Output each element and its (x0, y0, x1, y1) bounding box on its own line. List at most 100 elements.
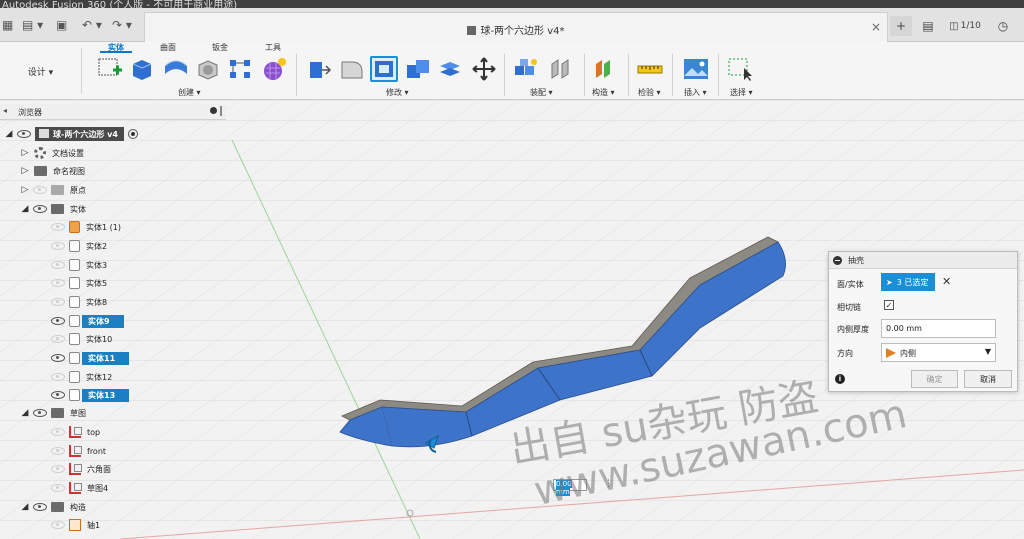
visibility-eye-icon[interactable] (33, 503, 47, 511)
revolve-icon[interactable] (162, 56, 190, 82)
visibility-eye-icon[interactable] (51, 279, 65, 287)
browser-item-body9[interactable]: 实体9 (48, 313, 124, 329)
collapse-triangle-icon[interactable]: ◢ (20, 502, 30, 512)
inspect-menu[interactable]: 检验 ▾ (638, 87, 661, 98)
clock-icon[interactable]: ◷ (992, 16, 1014, 36)
browser-item-body8[interactable]: 实体8 (48, 294, 107, 310)
browser-root[interactable]: ◢ 球-两个六边形 v4 (4, 126, 138, 142)
collapse-dialog-icon[interactable] (833, 255, 842, 265)
visibility-eye-icon[interactable] (33, 409, 47, 417)
workspace-design-button[interactable]: 设计 ▾ (0, 48, 82, 94)
redo-button[interactable]: ↷ ▾ (112, 16, 132, 34)
assemble-menu[interactable]: 装配 ▾ (530, 87, 553, 98)
add-tab-button[interactable]: + (890, 16, 912, 36)
expand-triangle-icon[interactable]: ▷ (20, 166, 30, 176)
create-sketch-icon[interactable] (96, 56, 124, 82)
inside-thickness-input[interactable]: 0.00 mm (881, 319, 996, 338)
extrude-icon[interactable] (128, 56, 156, 82)
visibility-eye-icon[interactable] (33, 186, 47, 194)
browser-item-body3[interactable]: 实体3 (48, 257, 107, 273)
document-tab[interactable]: 球-两个六边形 v4* × (144, 12, 888, 42)
box-icon[interactable] (194, 56, 222, 82)
visibility-eye-icon[interactable] (51, 354, 65, 362)
visibility-eye-icon[interactable] (51, 521, 65, 529)
visibility-eye-icon[interactable] (51, 317, 65, 325)
combine-icon[interactable] (404, 56, 432, 82)
shell-dialog-header[interactable]: 抽壳 (829, 252, 1017, 269)
chat-icon[interactable]: ▤ (917, 16, 939, 36)
select-icon[interactable] (726, 56, 754, 82)
browser-item-sketch-front[interactable]: front (48, 443, 106, 459)
create-menu[interactable]: 创建 ▾ (178, 87, 201, 98)
visibility-eye-icon[interactable] (51, 223, 65, 231)
visibility-eye-icon[interactable] (51, 261, 65, 269)
browser-item-body1[interactable]: 实体1 (1) (48, 219, 121, 235)
tab-tools[interactable]: 工具 (265, 42, 281, 52)
cancel-button[interactable]: 取消 (964, 370, 1012, 388)
browser-item-body2[interactable]: 实体2 (48, 238, 107, 254)
expand-triangle-icon[interactable]: ▷ (20, 185, 30, 195)
pattern-icon[interactable] (226, 56, 254, 82)
visibility-eye-icon[interactable] (51, 428, 65, 436)
browser-pin-icon[interactable] (220, 106, 222, 116)
expand-triangle-icon[interactable]: ▷ (20, 148, 30, 158)
close-tab-icon[interactable]: × (871, 20, 881, 34)
collapse-browser-icon[interactable]: ◂ (3, 106, 7, 115)
tab-sheet-metal[interactable]: 钣金 (212, 42, 228, 52)
browser-item-sketch4[interactable]: 草图4 (48, 480, 108, 496)
direction-select[interactable]: 内侧 ▼ (881, 343, 996, 362)
collapse-triangle-icon[interactable]: ◢ (20, 204, 30, 214)
tab-surface[interactable]: 曲面 (160, 42, 176, 52)
info-icon[interactable]: i (835, 374, 845, 384)
form-icon[interactable] (260, 56, 288, 82)
construct-menu[interactable]: 构造 ▾ (592, 87, 615, 98)
browser-item-sketch-hex[interactable]: 六角面 (48, 461, 111, 477)
browser-item-sketches[interactable]: ◢ 草图 (20, 405, 86, 421)
joint-icon[interactable] (546, 56, 574, 82)
file-menu-button[interactable]: ▤ ▾ (22, 16, 43, 34)
undo-button[interactable]: ↶ ▾ (82, 16, 102, 34)
visibility-eye-icon[interactable] (51, 373, 65, 381)
browser-item-body11[interactable]: 实体11 (48, 350, 130, 366)
visibility-eye-icon[interactable] (51, 484, 65, 492)
visibility-eye-icon[interactable] (33, 205, 47, 213)
visibility-eye-icon[interactable] (51, 391, 65, 399)
fillet-icon[interactable] (338, 56, 366, 82)
browser-item-construction[interactable]: ◢ 构造 (20, 499, 86, 515)
visibility-eye-icon[interactable] (51, 465, 65, 473)
visibility-eye-icon[interactable] (51, 447, 65, 455)
faces-selection-button[interactable]: ➤ 3 已选定 (881, 273, 935, 291)
clear-selection-icon[interactable]: ✕ (942, 275, 951, 288)
browser-item-axis1[interactable]: 轴1 (48, 517, 100, 533)
browser-item-body12[interactable]: 实体12 (48, 369, 112, 385)
replace-face-icon[interactable] (436, 56, 464, 82)
visibility-eye-icon[interactable] (51, 298, 65, 306)
activate-radio-icon[interactable] (127, 129, 138, 139)
job-status-button[interactable]: ◫ 1/10 (945, 16, 985, 36)
press-pull-icon[interactable] (304, 56, 332, 82)
collapse-triangle-icon[interactable]: ◢ (20, 408, 30, 418)
select-menu[interactable]: 选择 ▾ (730, 87, 753, 98)
browser-item-origin[interactable]: ▷ 原点 (20, 182, 86, 198)
browser-item-body10[interactable]: 实体10 (48, 331, 112, 347)
visibility-eye-icon[interactable] (51, 242, 65, 250)
browser-toggle-icon[interactable] (210, 107, 217, 114)
save-icon[interactable]: ▣ (56, 16, 67, 34)
measure-icon[interactable] (636, 56, 664, 82)
visibility-eye-icon[interactable] (17, 130, 31, 138)
offset-plane-icon[interactable] (592, 56, 620, 82)
browser-item-named-views[interactable]: ▷ 命名视图 (20, 163, 85, 179)
browser-item-body13[interactable]: 实体13 (48, 387, 130, 403)
modify-menu[interactable]: 修改 ▾ (386, 87, 409, 98)
browser-item-bodies[interactable]: ◢ 实体 (20, 201, 86, 217)
visibility-eye-icon[interactable] (51, 335, 65, 343)
browser-item-body5[interactable]: 实体5 (48, 275, 107, 291)
tangent-chain-checkbox[interactable]: ✓ (884, 300, 894, 310)
ok-button[interactable]: 确定 (911, 370, 958, 388)
new-component-icon[interactable] (512, 56, 540, 82)
browser-item-sketch-top[interactable]: top (48, 424, 100, 440)
browser-item-doc-settings[interactable]: ▷ 文档设置 (20, 145, 84, 161)
collapse-triangle-icon[interactable]: ◢ (4, 129, 14, 139)
grid-menu-icon[interactable]: ▦ (2, 16, 13, 34)
insert-image-icon[interactable] (682, 56, 710, 82)
